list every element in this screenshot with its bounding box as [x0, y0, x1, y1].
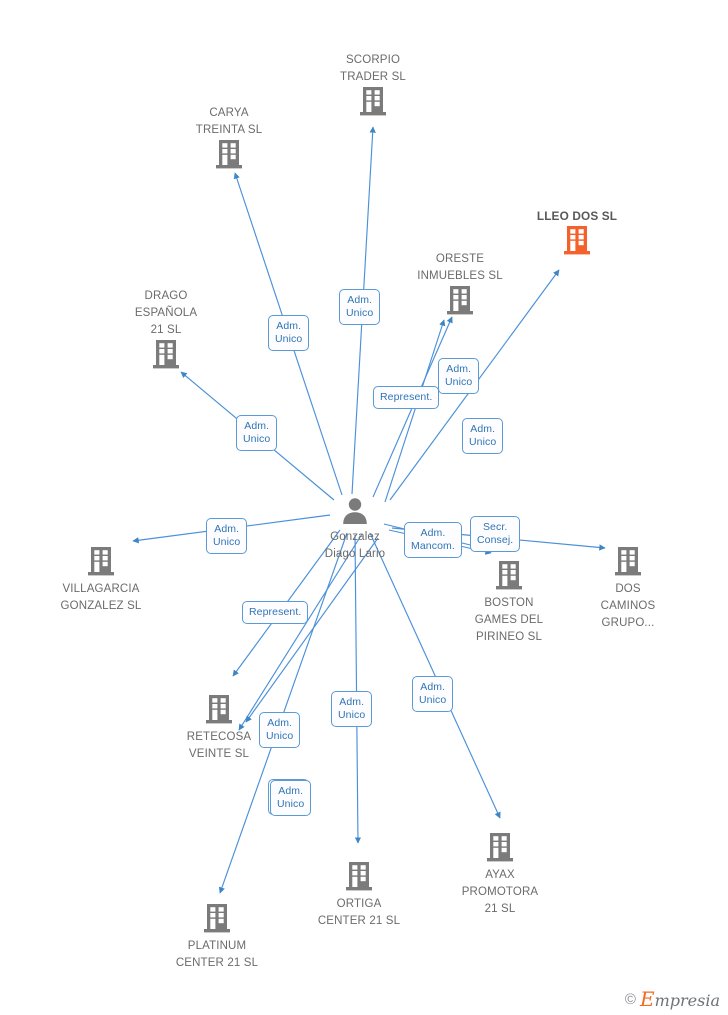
building-icon [101, 338, 231, 373]
edge-label-oreste[interactable]: Adm. Unico [438, 358, 480, 394]
building-icon [164, 138, 294, 173]
edge-label-retecosa[interactable]: Represent. [242, 601, 309, 624]
copyright-icon: © [624, 990, 636, 1008]
company-label-carya: CARYA TREINTA SL [195, 107, 263, 136]
building-icon [36, 545, 166, 580]
company-node-carya[interactable]: CARYA TREINTA SL [164, 104, 294, 175]
edge-label-carya[interactable]: Adm. Unico [268, 315, 310, 351]
watermark: © Empresia [625, 989, 720, 1009]
building-icon [308, 85, 438, 120]
company-node-villagarcia[interactable]: VILLAGARCIA GONZALEZ SL [36, 543, 166, 614]
edge-center-to-oreste2 [384, 319, 446, 503]
center-person-node[interactable]: Gonzalez Diago Lario [290, 495, 420, 562]
company-label-scorpio: SCORPIO TRADER SL [340, 54, 406, 83]
company-node-ortiga[interactable]: ORTIGA CENTER 21 SL [294, 858, 424, 929]
company-label-lleo: LLEO DOS SL [536, 209, 618, 223]
edge-center-to-ortiga [354, 534, 362, 844]
company-label-retecosa: RETECOSA VEINTE SL [186, 731, 252, 760]
company-label-ayax: AYAX PROMOTORA 21 SL [461, 869, 539, 915]
company-label-villagarcia: VILLAGARCIA GONZALEZ SL [60, 583, 142, 612]
diagram-canvas: SCORPIO TRADER SL CARYA TREINTA SL LLEO DO… [0, 0, 728, 1015]
edge-label-ayax[interactable]: Adm. Unico [412, 676, 454, 712]
company-node-lleo[interactable]: LLEO DOS SL [512, 208, 642, 261]
building-icon [563, 545, 693, 580]
company-label-drago: DRAGO ESPAÑOLA 21 SL [134, 290, 198, 336]
edge-label-drago[interactable]: Adm. Unico [236, 415, 278, 451]
company-node-doscaminos[interactable]: DOS CAMINOS GRUPO... [563, 543, 693, 631]
edge-label-oreste2[interactable]: Represent. [373, 386, 440, 409]
company-label-platinum: PLATINUM CENTER 21 SL [175, 940, 259, 969]
company-node-scorpio[interactable]: SCORPIO TRADER SL [308, 51, 438, 122]
edge-label-lleo[interactable]: Adm. Unico [462, 418, 504, 454]
company-node-ayax[interactable]: AYAX PROMOTORA 21 SL [435, 829, 565, 917]
building-icon [152, 902, 282, 937]
company-node-boston[interactable]: BOSTON GAMES DEL PIRINEO SL [444, 557, 574, 645]
company-node-platinum[interactable]: PLATINUM CENTER 21 SL [152, 900, 282, 971]
person-icon [290, 495, 420, 528]
edge-label-retecosa3[interactable]: Adm. Unico [270, 780, 312, 816]
edge-label-boston2[interactable]: Secr. Consej. [470, 516, 521, 552]
edge-label-villagarcia[interactable]: Adm. Unico [206, 518, 248, 554]
brand-initial: E [639, 987, 655, 1011]
building-icon [294, 860, 424, 895]
company-label-ortiga: ORTIGA CENTER 21 SL [317, 898, 401, 927]
edge-label-scorpio[interactable]: Adm. Unico [339, 289, 381, 325]
building-icon [444, 559, 574, 594]
brand-name: Empresia [640, 989, 720, 1009]
building-icon [395, 284, 525, 319]
company-node-oreste[interactable]: ORESTE INMUEBLES SL [395, 250, 525, 321]
building-icon [512, 224, 642, 259]
company-label-boston: BOSTON GAMES DEL PIRINEO SL [474, 597, 544, 643]
edge-label-retecosa2[interactable]: Adm. Unico [259, 712, 301, 748]
brand-rest: mpresia [654, 991, 720, 1010]
center-person-label: Gonzalez Diago Lario [324, 531, 386, 560]
edge-label-ortiga[interactable]: Adm. Unico [331, 691, 373, 727]
company-node-drago[interactable]: DRAGO ESPAÑOLA 21 SL [101, 287, 231, 375]
company-label-oreste: ORESTE INMUEBLES SL [417, 253, 503, 282]
company-label-doscaminos: DOS CAMINOS GRUPO... [600, 583, 656, 629]
building-icon [435, 831, 565, 866]
